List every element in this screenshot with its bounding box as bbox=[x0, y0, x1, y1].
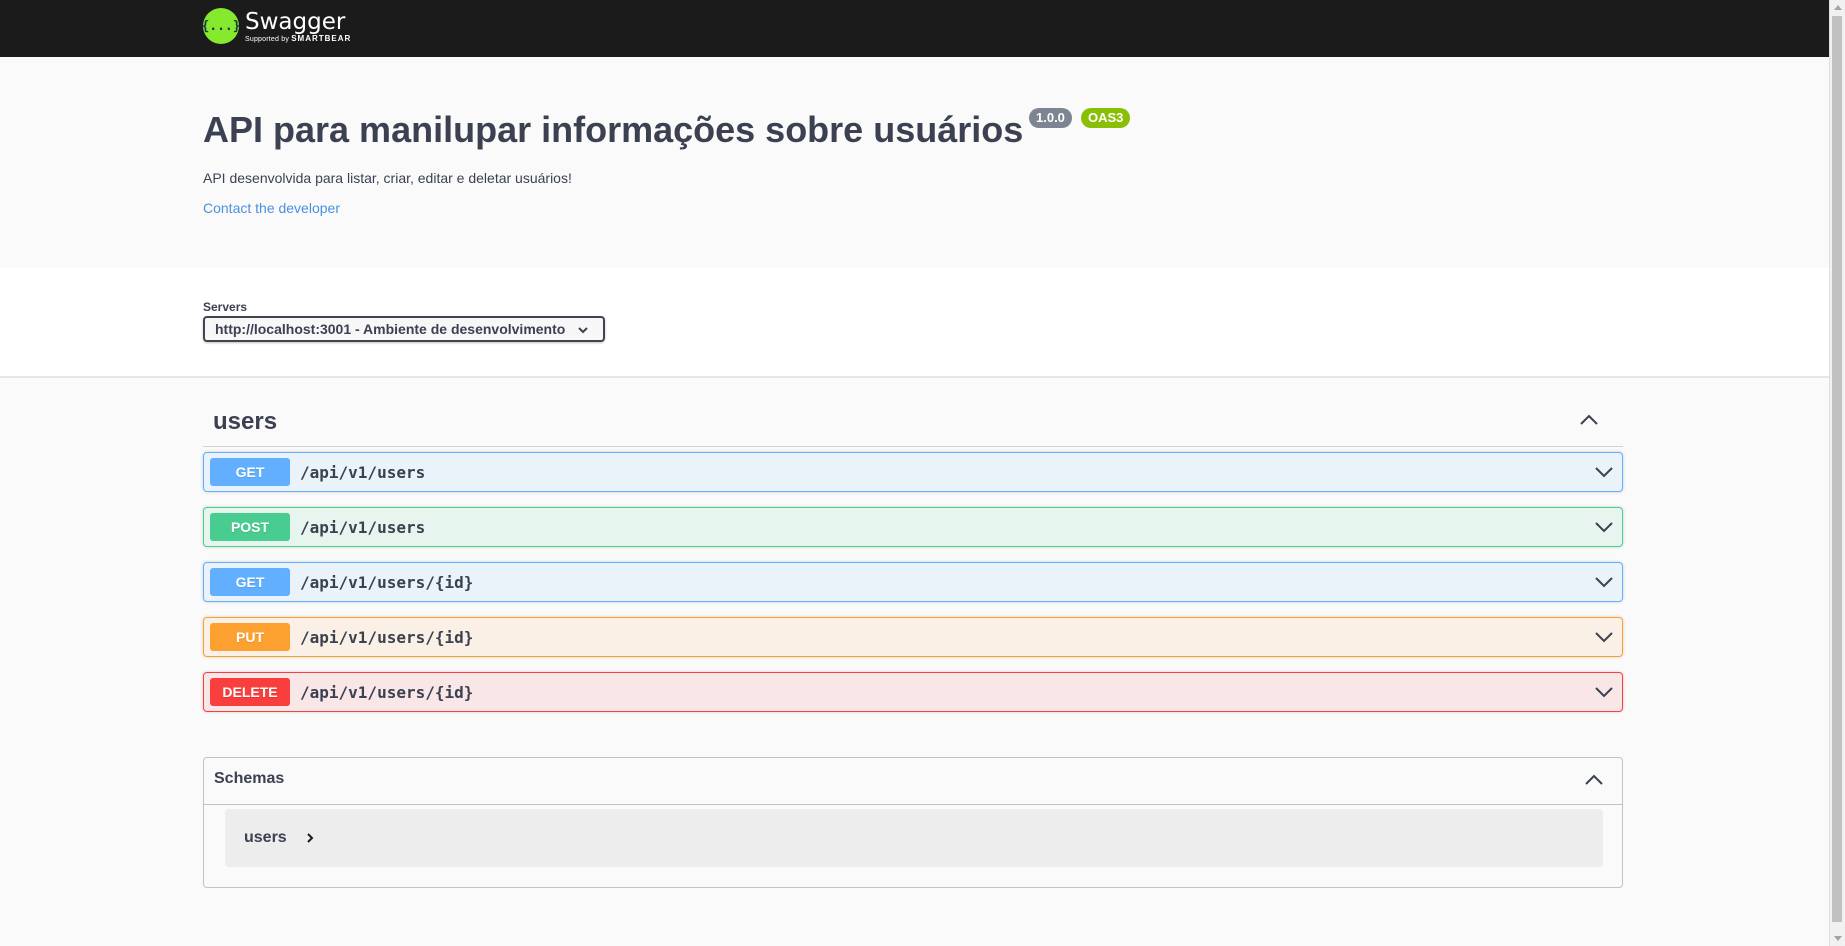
servers-select[interactable]: http://localhost:3001 - Ambiente de dese… bbox=[203, 316, 605, 342]
operation-get-user-by-id[interactable]: GET /api/v1/users/{id} bbox=[203, 562, 1623, 602]
page-scrollbar[interactable] bbox=[1829, 0, 1845, 946]
logo-supported-by: Supported by bbox=[245, 36, 290, 43]
schemas-header[interactable]: Schemas bbox=[204, 758, 1622, 805]
operation-path: /api/v1/users bbox=[300, 518, 426, 537]
logo-text: Swagger Supported by SMARTBEAR bbox=[245, 8, 351, 43]
chevron-right-icon[interactable] bbox=[305, 832, 315, 844]
tag-header-users[interactable]: users bbox=[203, 398, 1623, 447]
chevron-down-icon[interactable] bbox=[1594, 685, 1614, 699]
chevron-up-icon[interactable] bbox=[1579, 410, 1599, 430]
chevron-down-icon[interactable] bbox=[1594, 465, 1614, 479]
scroll-up-arrow-icon[interactable] bbox=[1834, 5, 1842, 10]
scroll-down-arrow-icon[interactable] bbox=[1834, 936, 1842, 941]
info-section: API para manilupar informações sobre usu… bbox=[0, 57, 1829, 268]
schema-model-users[interactable]: users bbox=[225, 809, 1603, 867]
method-badge: GET bbox=[210, 458, 290, 486]
contact-link[interactable]: Contact the developer bbox=[203, 200, 340, 216]
operation-delete-user-by-id[interactable]: DELETE /api/v1/users/{id} bbox=[203, 672, 1623, 712]
tag-name: users bbox=[213, 408, 278, 435]
oas-badge: OAS3 bbox=[1081, 108, 1131, 128]
topbar: {...} Swagger Supported by SMARTBEAR bbox=[0, 0, 1829, 57]
swagger-logo[interactable]: {...} Swagger Supported by SMARTBEAR bbox=[201, 8, 351, 44]
servers-label: Servers bbox=[203, 300, 248, 314]
version-badge: 1.0.0 bbox=[1029, 108, 1072, 128]
operation-path: /api/v1/users/{id} bbox=[300, 683, 474, 702]
schemas-title: Schemas bbox=[214, 770, 285, 787]
operation-path: /api/v1/users bbox=[300, 463, 426, 482]
chevron-down-icon[interactable] bbox=[1594, 630, 1614, 644]
chevron-up-icon[interactable] bbox=[1584, 772, 1604, 788]
method-badge: GET bbox=[210, 568, 290, 596]
operation-post-users[interactable]: POST /api/v1/users bbox=[203, 507, 1623, 547]
logo-name: Swagger bbox=[245, 9, 346, 35]
operation-path: /api/v1/users/{id} bbox=[300, 573, 474, 592]
schema-model-name: users bbox=[244, 829, 287, 846]
swagger-logo-icon: {...} bbox=[201, 8, 241, 44]
servers-selected-value: http://localhost:3001 - Ambiente de dese… bbox=[215, 321, 566, 337]
scrollbar-thumb[interactable] bbox=[1832, 16, 1842, 922]
method-badge: POST bbox=[210, 513, 290, 541]
schemas-section: Schemas users bbox=[203, 757, 1623, 888]
chevron-down-icon[interactable] bbox=[1594, 520, 1614, 534]
chevron-down-icon[interactable] bbox=[1594, 575, 1614, 589]
chevron-down-icon bbox=[578, 327, 588, 334]
api-description: API desenvolvida para listar, criar, edi… bbox=[203, 170, 572, 186]
logo-subtitle: Supported by SMARTBEAR bbox=[245, 34, 351, 43]
operation-put-user-by-id[interactable]: PUT /api/v1/users/{id} bbox=[203, 617, 1623, 657]
page-title: API para manilupar informações sobre usu… bbox=[203, 109, 1024, 150]
operation-get-users[interactable]: GET /api/v1/users bbox=[203, 452, 1623, 492]
operation-path: /api/v1/users/{id} bbox=[300, 628, 474, 647]
method-badge: DELETE bbox=[210, 678, 290, 706]
method-badge: PUT bbox=[210, 623, 290, 651]
servers-section: Servers http://localhost:3001 - Ambiente… bbox=[0, 268, 1829, 378]
logo-company: SMARTBEAR bbox=[291, 34, 352, 43]
